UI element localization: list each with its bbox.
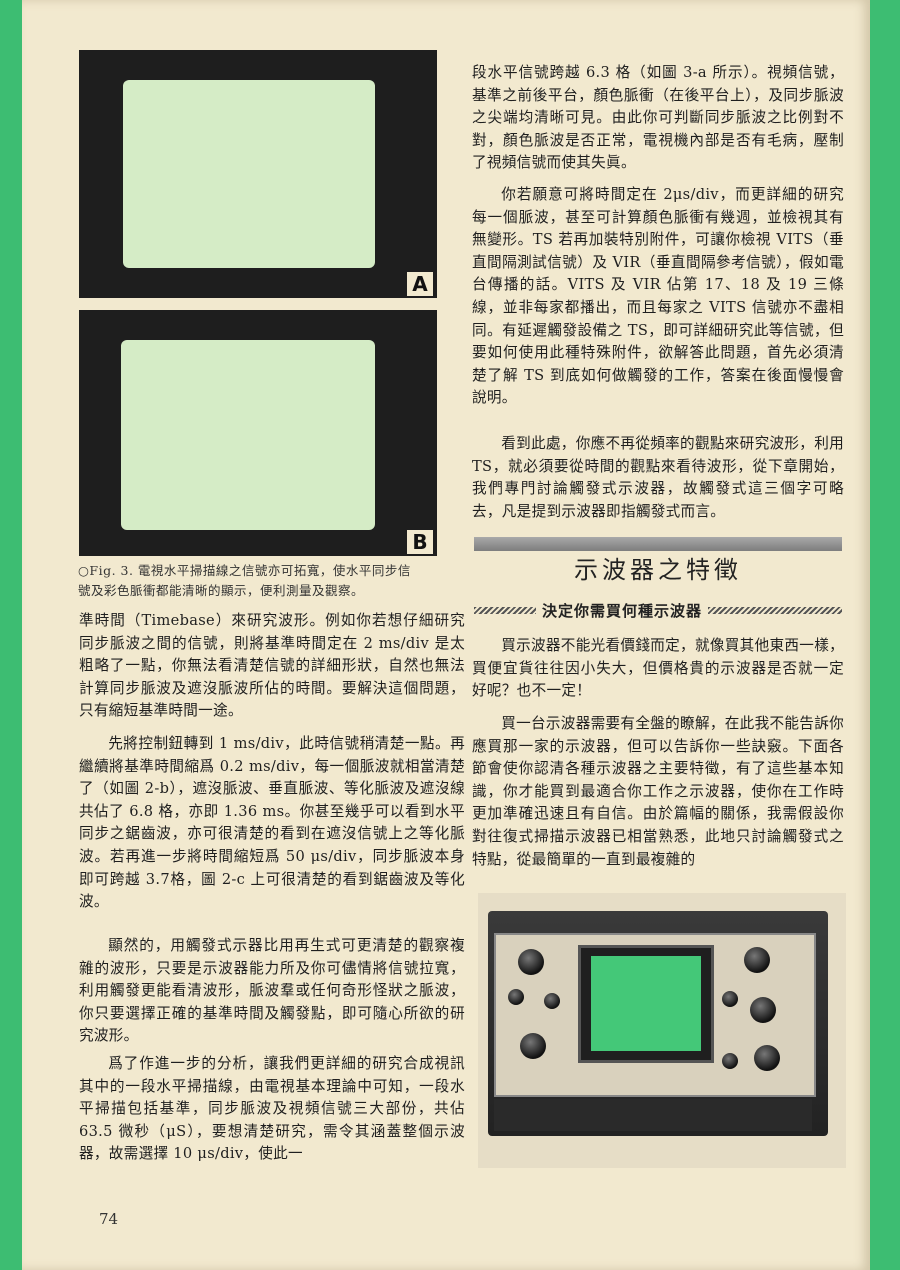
section-title: 示波器之特徵	[574, 556, 742, 584]
knob-icon	[520, 1033, 546, 1059]
knob-icon	[722, 1053, 738, 1069]
caption-line-2: 號及彩色脈衝都能清晰的顯示，便利測量及觀察。	[78, 583, 365, 598]
knob-icon	[744, 947, 770, 973]
right-paragraph-3: 看到此處，你應不再從頻率的觀點來研究波形，利用 TS，就必須要從時間的觀點來看待…	[472, 435, 844, 520]
knob-icon	[518, 949, 544, 975]
section-divider-bar	[474, 537, 842, 551]
oscilloscope-photo	[478, 893, 846, 1168]
figure-panel-b: B	[79, 310, 437, 556]
right-paragraph-5: 買一台示波器需要有全盤的瞭解，在此我不能告訴你應買那一家的示波器，但可以告訴你一…	[472, 715, 844, 868]
caption-line-1: ○Fig. 3. 電視水平掃描線之信號亦可拓寬，使水平同步信	[78, 563, 411, 578]
right-paragraph-2: 你若願意可將時間定在 2μs/div，而更詳細的研究每一個脈波，甚至可計算顏色脈…	[472, 186, 844, 407]
sub-heading: 決定你需買何種示波器	[474, 600, 842, 621]
left-paragraph-2: 先將控制鈕轉到 1 ms/div，此時信號稍清楚一點。再繼續將基準時間縮爲 0.…	[79, 735, 465, 911]
oscilloscope-body	[488, 911, 828, 1136]
oscilloscope-base	[494, 1099, 812, 1131]
oscilloscope-front-panel	[494, 933, 816, 1097]
knob-icon	[544, 993, 560, 1009]
panel-a-label: A	[407, 272, 433, 296]
figure-panel-a: A	[79, 50, 437, 298]
oscilloscope-display	[591, 956, 701, 1051]
knob-icon	[722, 991, 738, 1007]
knob-icon	[750, 997, 776, 1023]
sub-heading-stripe-left	[474, 607, 536, 614]
page-number: 74	[99, 1210, 119, 1228]
left-paragraph-4: 爲了作進一步的分析，讓我們更詳細的研究合成視訊其中的一段水平掃描線，由電視基本理…	[79, 1055, 465, 1163]
knob-icon	[508, 989, 524, 1005]
figure-caption: ○Fig. 3. 電視水平掃描線之信號亦可拓寬，使水平同步信 號及彩色脈衝都能清…	[78, 561, 470, 601]
panel-b-label: B	[407, 530, 433, 554]
knob-icon	[754, 1045, 780, 1071]
crt-screen-b	[121, 340, 375, 530]
sub-heading-text: 決定你需買何種示波器	[542, 602, 703, 620]
right-paragraph-4: 買示波器不能光看價錢而定，就像買其他東西一樣，買便宜貨往往因小失大，但價格貴的示…	[472, 637, 844, 700]
oscilloscope-screen	[578, 945, 714, 1063]
crt-screen-a	[123, 80, 375, 268]
right-paragraph-1: 段水平信號跨越 6.3 格（如圖 3-a 所示）。視頻信號，基準之前後平台，顏色…	[472, 64, 844, 172]
sub-heading-stripe-right	[708, 607, 842, 614]
left-paragraph-3: 顯然的，用觸發式示器比用再生式可更清楚的觀察複雜的波形，只要是示波器能力所及你可…	[79, 937, 465, 1045]
left-paragraph-1: 準時間（Timebase）來研究波形。例如你若想仔細研究同步脈波之間的信號，則將…	[79, 612, 465, 720]
